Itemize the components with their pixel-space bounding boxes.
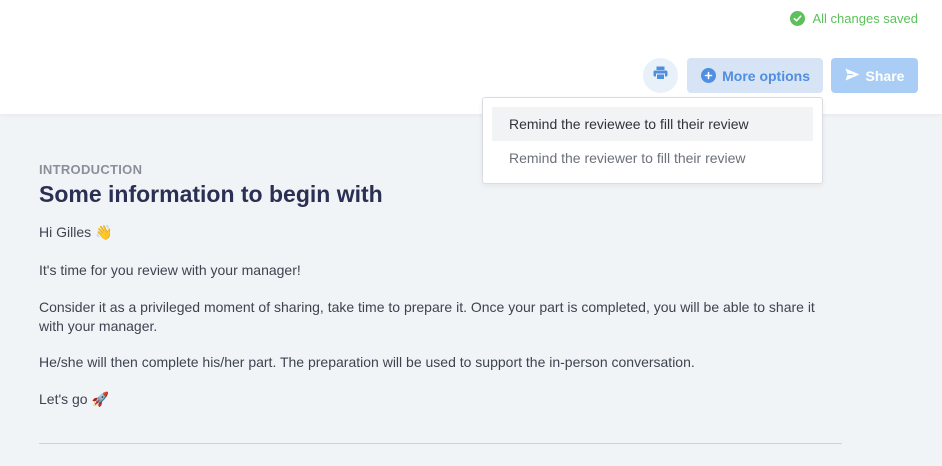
greeting-text: Hi Gilles <box>39 224 92 240</box>
closing-text: Let's go <box>39 391 88 407</box>
closing: Let's go 🚀 <box>39 390 829 410</box>
section-label: INTRODUCTION <box>39 162 143 177</box>
rocket-icon: 🚀 <box>91 392 109 408</box>
menu-item-remind-reviewer[interactable]: Remind the reviewer to fill their review <box>492 141 813 175</box>
divider <box>39 443 842 444</box>
print-button[interactable] <box>643 58 679 93</box>
share-button[interactable]: Share <box>831 58 918 93</box>
intro-paragraph-2: Consider it as a privileged moment of sh… <box>39 299 815 334</box>
greeting: Hi Gilles 👋 <box>39 223 829 243</box>
share-label: Share <box>865 67 905 84</box>
toolbar: More options Share <box>643 58 918 93</box>
waving-hand-icon: 👋 <box>95 225 113 241</box>
more-options-label: More options <box>722 67 810 84</box>
intro-paragraph-1: It's time for you review with your manag… <box>39 262 301 278</box>
plus-circle-icon <box>701 68 717 83</box>
more-options-dropdown: Remind the reviewee to fill their review… <box>482 97 823 184</box>
check-circle-icon <box>790 11 806 26</box>
send-icon <box>845 68 860 84</box>
section-title: Some information to begin with <box>39 181 383 207</box>
save-status: All changes saved <box>790 11 918 26</box>
save-status-text: All changes saved <box>812 11 918 26</box>
intro-paragraph-3: He/she will then complete his/her part. … <box>39 354 695 370</box>
menu-item-remind-reviewee[interactable]: Remind the reviewee to fill their review <box>492 107 813 141</box>
more-options-button[interactable]: More options <box>687 58 823 93</box>
printer-icon <box>653 66 668 85</box>
